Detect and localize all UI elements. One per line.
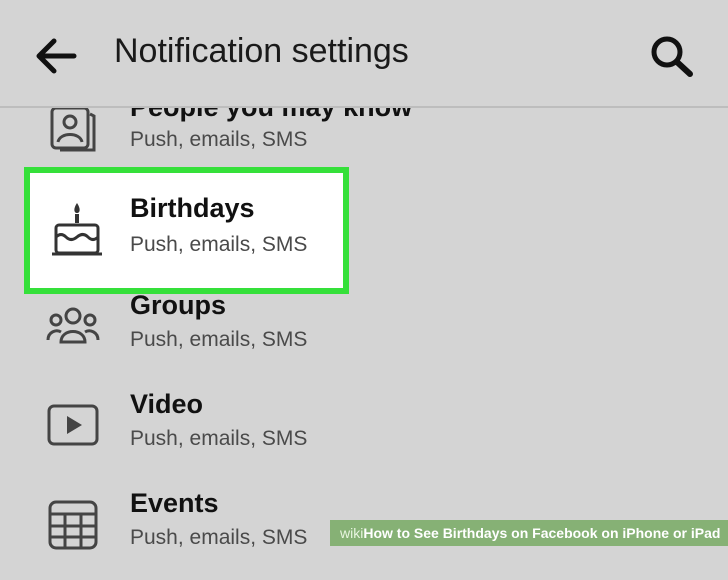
video-play-icon	[46, 401, 100, 451]
item-title: Events	[130, 488, 219, 518]
list-item-groups[interactable]: Groups Push, emails, SMS	[0, 282, 728, 382]
item-title: Birthdays	[130, 193, 255, 223]
item-title: Video	[130, 389, 204, 419]
search-icon	[651, 36, 693, 77]
list-item-birthdays[interactable]: Birthdays Push, emails, SMS	[24, 167, 349, 294]
item-subtitle: Push, emails, SMS	[130, 233, 308, 256]
person-card-icon	[46, 104, 100, 154]
item-subtitle: Push, emails, SMS	[130, 328, 308, 351]
arrow-left-icon	[36, 38, 77, 74]
watermark: wikiHow to See Birthdays on Facebook on …	[330, 520, 728, 546]
item-subtitle: Push, emails, SMS	[130, 526, 308, 549]
birthday-cake-icon	[50, 201, 104, 261]
app-header: Notification settings	[0, 0, 728, 108]
calendar-icon	[46, 500, 100, 550]
watermark-text: to See Birthdays on Facebook on iPhone o…	[392, 525, 721, 541]
page-title: Notification settings	[114, 32, 409, 70]
search-button[interactable]	[648, 34, 696, 78]
back-button[interactable]	[34, 36, 78, 76]
item-subtitle: Push, emails, SMS	[130, 427, 308, 450]
group-icon	[46, 302, 100, 352]
item-subtitle: Push, emails, SMS	[130, 128, 308, 151]
watermark-how: How	[363, 525, 393, 541]
list-item-video[interactable]: Video Push, emails, SMS	[0, 381, 728, 481]
item-title: Groups	[130, 290, 227, 320]
watermark-prefix: wiki	[340, 525, 364, 541]
